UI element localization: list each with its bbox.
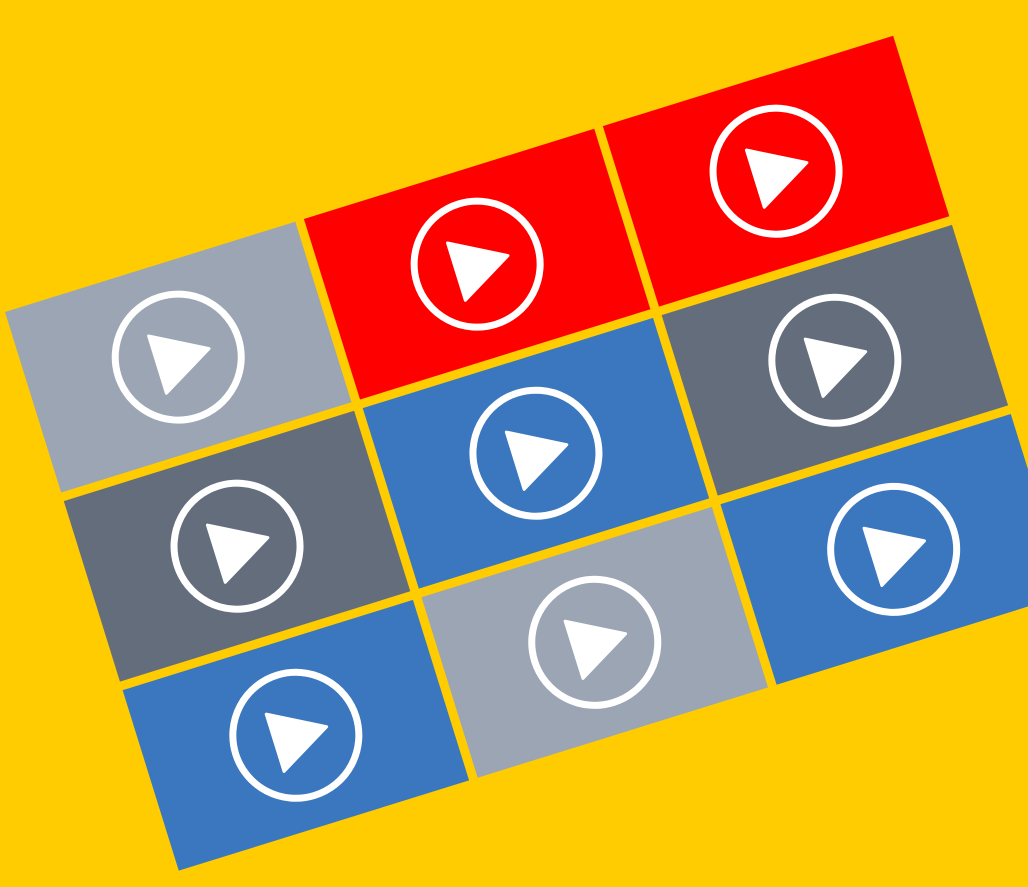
play-triangle (563, 619, 628, 680)
play-triangle (803, 337, 868, 398)
play-triangle (264, 712, 329, 773)
play-triangle (862, 526, 927, 588)
play-triangle (744, 148, 809, 209)
play-triangle (205, 523, 270, 584)
video-tiles-illustration (0, 0, 1028, 887)
play-triangle (504, 430, 569, 491)
play-triangle (446, 241, 510, 302)
play-triangle (147, 334, 211, 395)
